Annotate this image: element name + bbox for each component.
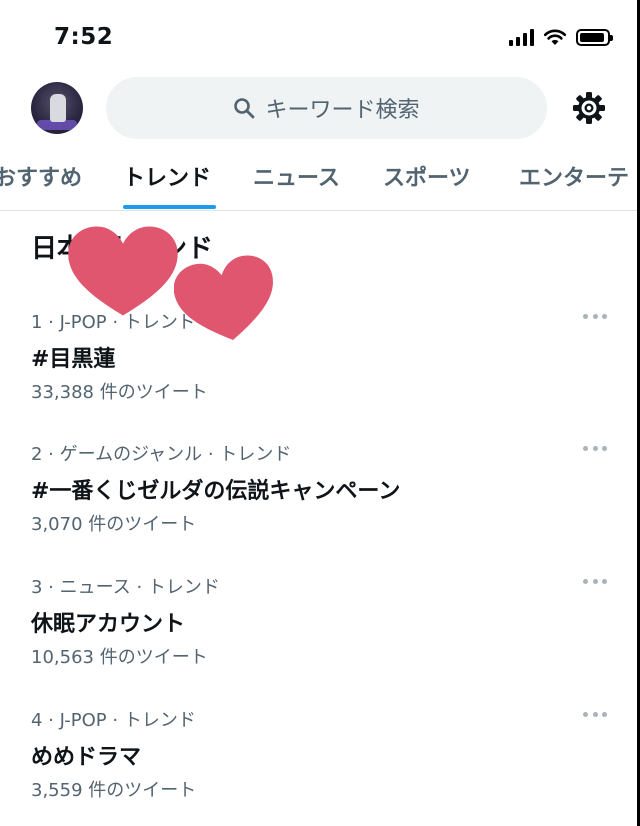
trend-count: 3,070 件のツイート <box>31 514 197 535</box>
tab-entertainment[interactable]: エンターテ <box>519 160 629 192</box>
gear-icon[interactable] <box>571 90 607 126</box>
trend-count: 3,559 件のツイート <box>31 780 197 801</box>
trend-item[interactable]: 3 · ニュース · トレンド 休眠アカウント 10,563 件のツイート <box>31 573 611 683</box>
wifi-icon <box>543 29 567 45</box>
search-input[interactable]: キーワード検索 <box>106 77 547 139</box>
more-icon[interactable] <box>583 440 607 456</box>
trend-name: 休眠アカウント <box>31 612 186 637</box>
more-icon[interactable] <box>583 706 607 722</box>
heart-sticker-icon <box>68 226 178 316</box>
trend-item[interactable]: 2 · ゲームのジャンル · トレンド #一番くじゼルダの伝説キャンペーン 3,… <box>31 440 611 550</box>
trend-item[interactable]: 4 · J-POP · トレンド めめドラマ 3,559 件のツイート <box>31 706 611 816</box>
trend-item[interactable]: 1 · J-POP · トレンド #目黒蓮 33,388 件のツイート <box>31 308 611 418</box>
avatar[interactable] <box>31 82 83 134</box>
status-icons <box>509 28 613 46</box>
trend-name: #一番くじゼルダの伝説キャンペーン <box>31 479 401 504</box>
header: キーワード検索 <box>0 72 640 144</box>
more-icon[interactable] <box>583 573 607 589</box>
trend-count: 33,388 件のツイート <box>31 382 208 403</box>
trend-meta: 2 · ゲームのジャンル · トレンド <box>31 444 292 465</box>
heart-sticker-icon <box>174 255 273 340</box>
search-placeholder: キーワード検索 <box>265 98 420 123</box>
trend-name: #目黒蓮 <box>31 347 116 372</box>
trend-meta: 4 · J-POP · トレンド <box>31 710 196 731</box>
battery-icon <box>576 28 613 46</box>
tab-trending[interactable]: トレンド <box>123 160 211 192</box>
search-icon <box>234 98 255 119</box>
tab-news[interactable]: ニュース <box>253 160 340 192</box>
signal-icon <box>509 28 534 46</box>
tab-bar: おすすめ トレンド ニュース スポーツ エンターテ <box>0 150 640 211</box>
trend-count: 10,563 件のツイート <box>31 647 208 668</box>
trend-meta: 3 · ニュース · トレンド <box>31 577 220 598</box>
tab-active-indicator <box>123 205 216 209</box>
status-time: 7:52 <box>54 24 114 50</box>
status-bar: 7:52 <box>0 0 640 70</box>
tab-sports[interactable]: スポーツ <box>383 160 471 192</box>
more-icon[interactable] <box>583 308 607 324</box>
tab-recommended[interactable]: おすすめ <box>0 160 82 192</box>
trend-name: めめドラマ <box>31 745 142 770</box>
